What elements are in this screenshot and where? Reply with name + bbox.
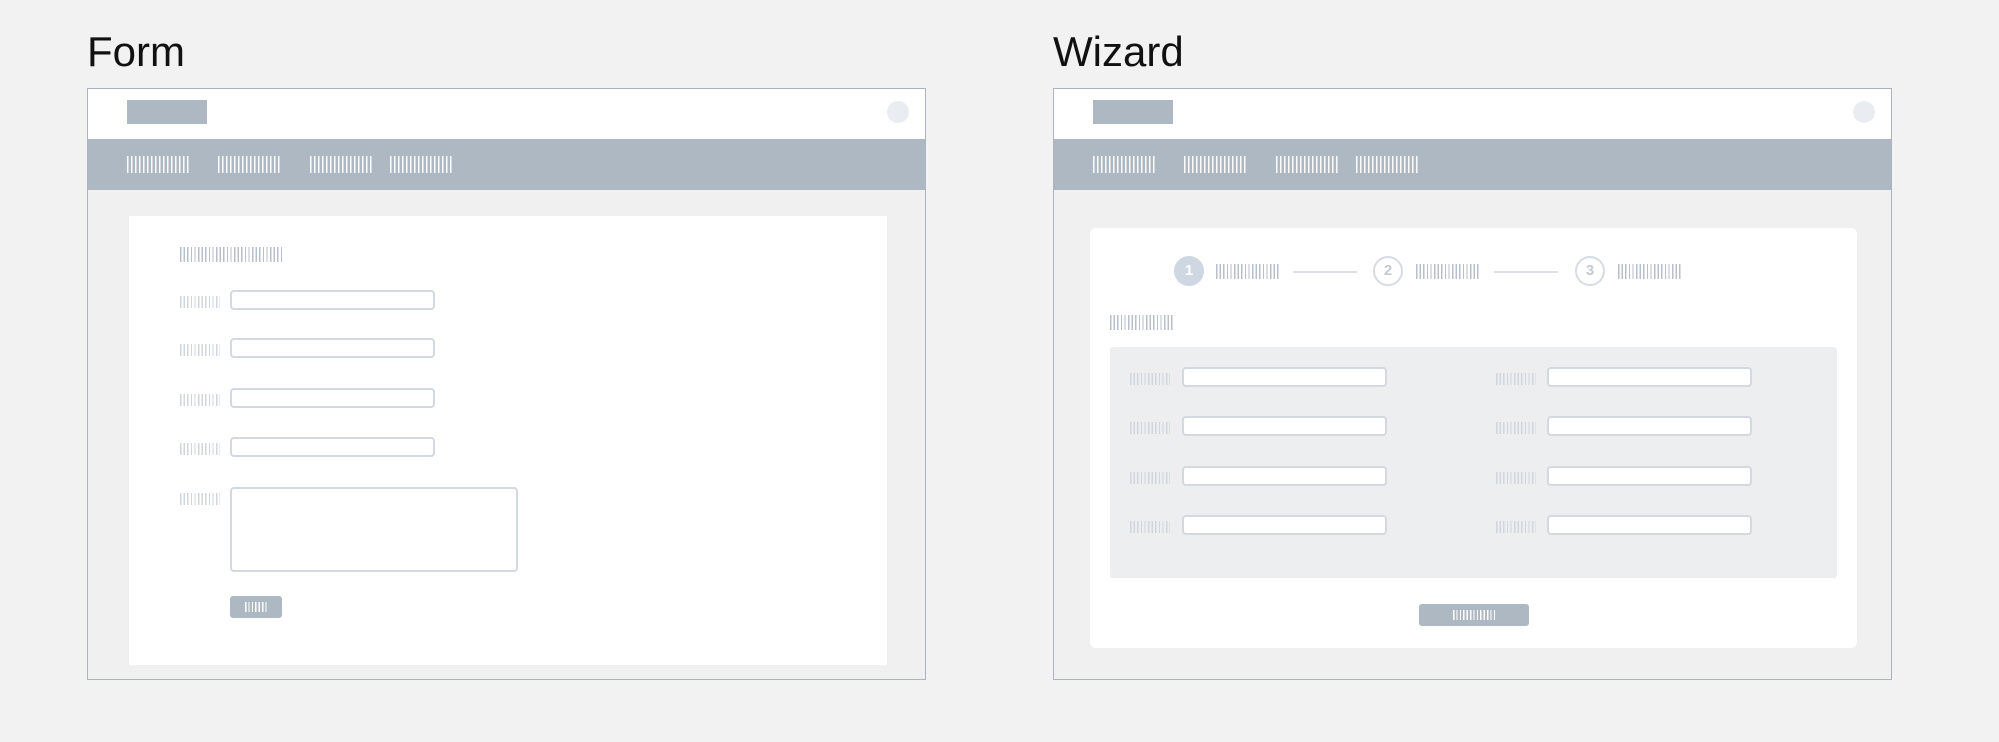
wizard-step-2[interactable]: 2 [1373, 256, 1403, 286]
wizard-section-heading-placeholder [1110, 315, 1174, 330]
field-label-placeholder [180, 493, 220, 505]
wizard-panel-title: Wizard [1053, 28, 1184, 75]
nav-item-4[interactable] [390, 156, 452, 173]
form-textarea[interactable] [230, 487, 518, 572]
field-label-placeholder [1130, 373, 1170, 385]
avatar[interactable] [887, 101, 909, 123]
field-label-placeholder [180, 344, 220, 356]
step-label-placeholder [1618, 264, 1682, 279]
wizard-input-right-3[interactable] [1547, 466, 1752, 486]
form-wireframe [87, 88, 926, 680]
wizard-input-right-4[interactable] [1547, 515, 1752, 535]
field-label-placeholder [1496, 422, 1536, 434]
field-label-placeholder [1496, 521, 1536, 533]
form-nav-bar [88, 139, 925, 190]
step-connector [1494, 271, 1558, 273]
avatar[interactable] [1853, 101, 1875, 123]
field-label-placeholder [1496, 472, 1536, 484]
button-label-placeholder [245, 602, 267, 612]
field-label-placeholder [180, 443, 220, 455]
nav-item-4[interactable] [1356, 156, 1418, 173]
wizard-input-left-2[interactable] [1182, 416, 1387, 436]
field-label-placeholder [1496, 373, 1536, 385]
step-label-placeholder [1416, 264, 1480, 279]
nav-item-1[interactable] [127, 156, 189, 173]
logo-placeholder [1093, 100, 1173, 124]
step-connector [1293, 271, 1357, 273]
form-heading-placeholder [180, 247, 282, 262]
field-label-placeholder [180, 394, 220, 406]
field-label-placeholder [1130, 422, 1170, 434]
button-label-placeholder [1453, 610, 1495, 620]
wizard-step-1[interactable]: 1 [1174, 256, 1204, 286]
wizard-input-left-1[interactable] [1182, 367, 1387, 387]
form-input-3[interactable] [230, 388, 435, 408]
form-input-4[interactable] [230, 437, 435, 457]
wizard-wireframe: 1 2 3 [1053, 88, 1892, 680]
nav-item-2[interactable] [218, 156, 280, 173]
wizard-input-right-2[interactable] [1547, 416, 1752, 436]
form-input-1[interactable] [230, 290, 435, 310]
wizard-next-button[interactable] [1419, 604, 1529, 626]
field-label-placeholder [180, 296, 220, 308]
nav-item-2[interactable] [1184, 156, 1246, 173]
field-label-placeholder [1130, 472, 1170, 484]
form-header-bar [88, 89, 925, 139]
form-input-2[interactable] [230, 338, 435, 358]
nav-item-1[interactable] [1093, 156, 1155, 173]
form-submit-button[interactable] [230, 596, 282, 618]
wizard-header-bar [1054, 89, 1891, 139]
form-content-card [129, 216, 887, 665]
wizard-input-right-1[interactable] [1547, 367, 1752, 387]
wizard-field-group [1110, 347, 1837, 578]
logo-placeholder [127, 100, 207, 124]
wizard-input-left-4[interactable] [1182, 515, 1387, 535]
nav-item-3[interactable] [310, 156, 372, 173]
wizard-nav-bar [1054, 139, 1891, 190]
wizard-step-3[interactable]: 3 [1575, 256, 1605, 286]
form-panel-title: Form [87, 28, 185, 75]
step-label-placeholder [1216, 264, 1280, 279]
wizard-content-card: 1 2 3 [1090, 228, 1857, 648]
wizard-input-left-3[interactable] [1182, 466, 1387, 486]
nav-item-3[interactable] [1276, 156, 1338, 173]
field-label-placeholder [1130, 521, 1170, 533]
